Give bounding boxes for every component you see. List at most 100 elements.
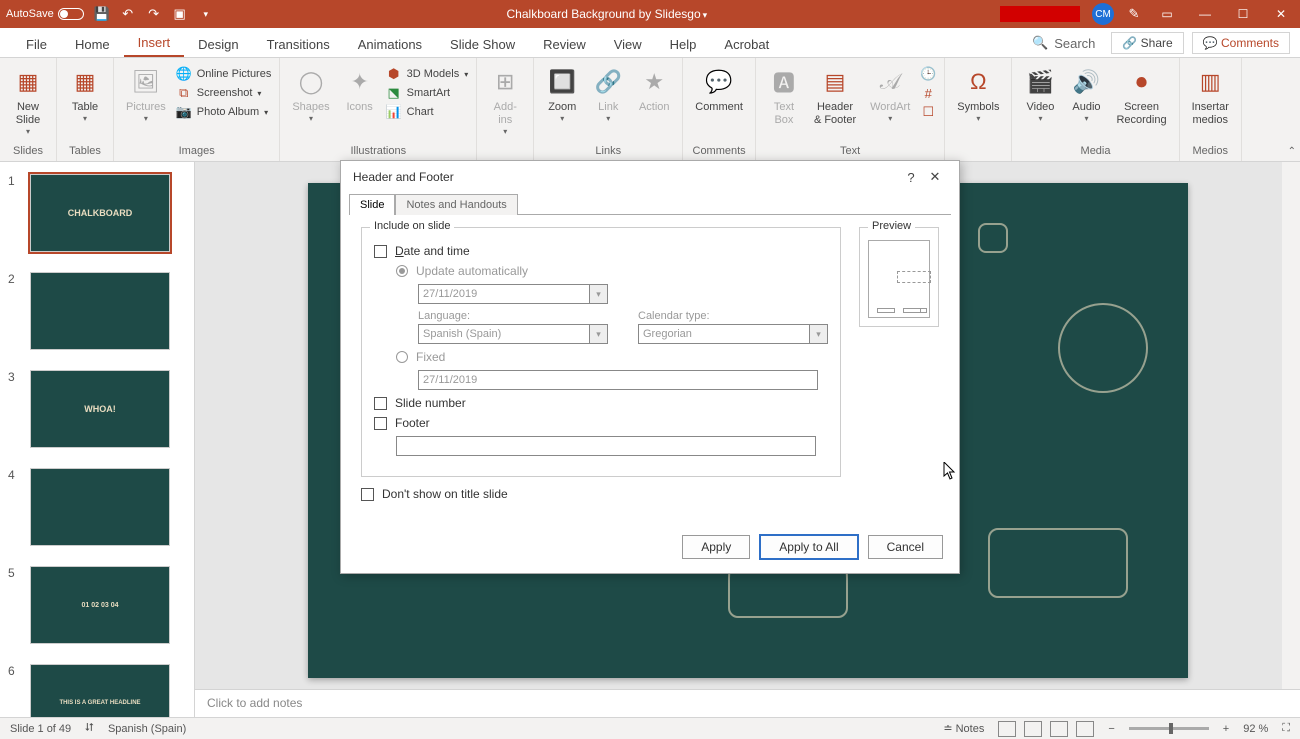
- object-button[interactable]: ☐: [920, 104, 936, 120]
- date-time-button[interactable]: 🕒: [920, 66, 936, 82]
- tab-design[interactable]: Design: [184, 31, 252, 57]
- save-icon[interactable]: 💾: [94, 6, 110, 22]
- new-slide-button[interactable]: ▦ New Slide ▾: [8, 62, 48, 136]
- date-time-checkbox[interactable]: [374, 245, 387, 258]
- dialog-tab-notes[interactable]: Notes and Handouts: [395, 194, 517, 215]
- reading-view-icon[interactable]: [1050, 721, 1068, 737]
- notes-pane[interactable]: Click to add notes: [195, 689, 1300, 717]
- sorter-view-icon[interactable]: [1024, 721, 1042, 737]
- zoom-in-icon[interactable]: +: [1223, 723, 1229, 735]
- chart-button[interactable]: 📊Chart: [386, 104, 469, 120]
- redo-icon[interactable]: ↷: [146, 6, 162, 22]
- autosave-toggle[interactable]: AutoSave: [6, 8, 84, 20]
- zoom-button[interactable]: 🔲Zoom▾: [542, 62, 582, 123]
- screenshot-button[interactable]: ⧉Screenshot ▾: [176, 85, 272, 101]
- icons-button[interactable]: ✦ Icons: [340, 62, 380, 114]
- update-auto-radio[interactable]: [396, 265, 408, 277]
- 3d-models-button[interactable]: ⬢3D Models ▾: [386, 66, 469, 82]
- zoom-level[interactable]: 92 %: [1243, 723, 1268, 735]
- close-window-icon[interactable]: ✕: [1268, 4, 1294, 24]
- undo-icon[interactable]: ↶: [120, 6, 136, 22]
- tab-file[interactable]: File: [12, 31, 61, 57]
- tab-home[interactable]: Home: [61, 31, 124, 57]
- dialog-tab-slide[interactable]: Slide: [349, 194, 395, 215]
- fit-to-window-icon[interactable]: ⛶: [1282, 722, 1290, 735]
- comment-button[interactable]: 💬Comment: [691, 62, 747, 114]
- link-icon: 🔗: [592, 66, 624, 98]
- textbox-button[interactable]: 🅰Text Box: [764, 62, 804, 127]
- vertical-scrollbar[interactable]: [1282, 162, 1300, 689]
- zoom-slider[interactable]: [1129, 727, 1209, 730]
- calendar-combo[interactable]: Gregorian▾: [638, 324, 828, 344]
- accessibility-icon[interactable]: ⮃: [85, 722, 94, 735]
- screen-recording-button[interactable]: ⏺Screen Recording: [1112, 62, 1170, 127]
- thumb-3[interactable]: WHOA!: [30, 370, 170, 448]
- tab-slideshow[interactable]: Slide Show: [436, 31, 529, 57]
- thumb-4[interactable]: [30, 468, 170, 546]
- tab-help[interactable]: Help: [656, 31, 711, 57]
- group-label-text: Text: [764, 145, 936, 159]
- table-button[interactable]: ▦ Table ▾: [65, 62, 105, 123]
- zoom-out-icon[interactable]: −: [1108, 723, 1114, 735]
- slide-thumbnails[interactable]: 1CHALKBOARD 2 3WHOA! 4 501 02 03 04 6THI…: [0, 162, 195, 717]
- language-combo[interactable]: Spanish (Spain)▾: [418, 324, 608, 344]
- action-button[interactable]: ★Action: [634, 62, 674, 114]
- date-format-combo[interactable]: 27/11/2019▾: [418, 284, 608, 304]
- addins-button[interactable]: ⊞ Add- ins▾: [485, 62, 525, 136]
- thumb-1[interactable]: CHALKBOARD: [30, 174, 170, 252]
- header-footer-button[interactable]: ▤Header & Footer: [810, 62, 860, 127]
- slideshow-view-icon[interactable]: [1076, 721, 1094, 737]
- tab-review[interactable]: Review: [529, 31, 600, 57]
- ribbon-options-icon[interactable]: ▭: [1154, 4, 1180, 24]
- qat-dropdown-icon[interactable]: ▾: [198, 6, 214, 22]
- share-button[interactable]: 🔗 Share: [1111, 32, 1183, 54]
- cancel-button[interactable]: Cancel: [868, 535, 943, 559]
- footer-input[interactable]: [396, 436, 816, 456]
- dialog-help-icon[interactable]: ?: [899, 170, 923, 185]
- group-label-comments: Comments: [691, 145, 747, 159]
- 3d-models-icon: ⬢: [386, 66, 402, 82]
- tab-animations[interactable]: Animations: [344, 31, 436, 57]
- thumb-6[interactable]: THIS IS A GREAT HEADLINE: [30, 664, 170, 717]
- maximize-icon[interactable]: ☐: [1230, 4, 1256, 24]
- slideshow-icon[interactable]: ▣: [172, 6, 188, 22]
- smartart-button[interactable]: ⬔SmartArt: [386, 85, 469, 101]
- coming-soon-icon[interactable]: ✎: [1126, 6, 1142, 22]
- apply-all-button[interactable]: Apply to All: [760, 535, 857, 559]
- language-status[interactable]: Spanish (Spain): [108, 723, 186, 735]
- pictures-button[interactable]: 🖼 Pictures ▾: [122, 62, 170, 123]
- online-pictures-button[interactable]: 🌐Online Pictures: [176, 66, 272, 82]
- search-box[interactable]: 🔍 Search: [1032, 35, 1095, 51]
- group-label-images: Images: [122, 145, 271, 159]
- fixed-date-input[interactable]: [418, 370, 818, 390]
- user-avatar[interactable]: CM: [1092, 3, 1114, 25]
- thumb-2[interactable]: [30, 272, 170, 350]
- comments-button[interactable]: 💬 Comments: [1192, 32, 1290, 54]
- wordart-button[interactable]: 𝒜WordArt▾: [866, 62, 914, 123]
- apply-button[interactable]: Apply: [682, 535, 750, 559]
- slide-number-button[interactable]: #: [920, 85, 936, 101]
- minimize-icon[interactable]: —: [1192, 4, 1218, 24]
- notes-toggle[interactable]: ≐ Notes: [943, 722, 984, 735]
- audio-button[interactable]: 🔊Audio▾: [1066, 62, 1106, 123]
- shapes-button[interactable]: ◯ Shapes▾: [288, 62, 333, 123]
- footer-checkbox[interactable]: [374, 417, 387, 430]
- tab-transitions[interactable]: Transitions: [253, 31, 344, 57]
- slide-number-checkbox[interactable]: [374, 397, 387, 410]
- dont-show-checkbox[interactable]: [361, 488, 374, 501]
- normal-view-icon[interactable]: [998, 721, 1016, 737]
- insertar-medios-button[interactable]: ▥Insertar medios: [1188, 62, 1233, 127]
- screen-recording-icon: ⏺: [1126, 66, 1158, 98]
- link-button[interactable]: 🔗Link▾: [588, 62, 628, 123]
- dialog-close-icon[interactable]: ✕: [923, 169, 947, 185]
- autosave-switch[interactable]: [58, 8, 84, 20]
- photo-album-button[interactable]: 📷Photo Album ▾: [176, 104, 272, 120]
- thumb-5[interactable]: 01 02 03 04: [30, 566, 170, 644]
- tab-acrobat[interactable]: Acrobat: [710, 31, 783, 57]
- symbols-button[interactable]: ΩSymbols▾: [953, 62, 1003, 123]
- video-button[interactable]: 🎬Video▾: [1020, 62, 1060, 123]
- collapse-ribbon-icon[interactable]: ⌃: [1288, 146, 1296, 157]
- tab-view[interactable]: View: [600, 31, 656, 57]
- fixed-radio[interactable]: [396, 351, 408, 363]
- tab-insert[interactable]: Insert: [124, 29, 185, 57]
